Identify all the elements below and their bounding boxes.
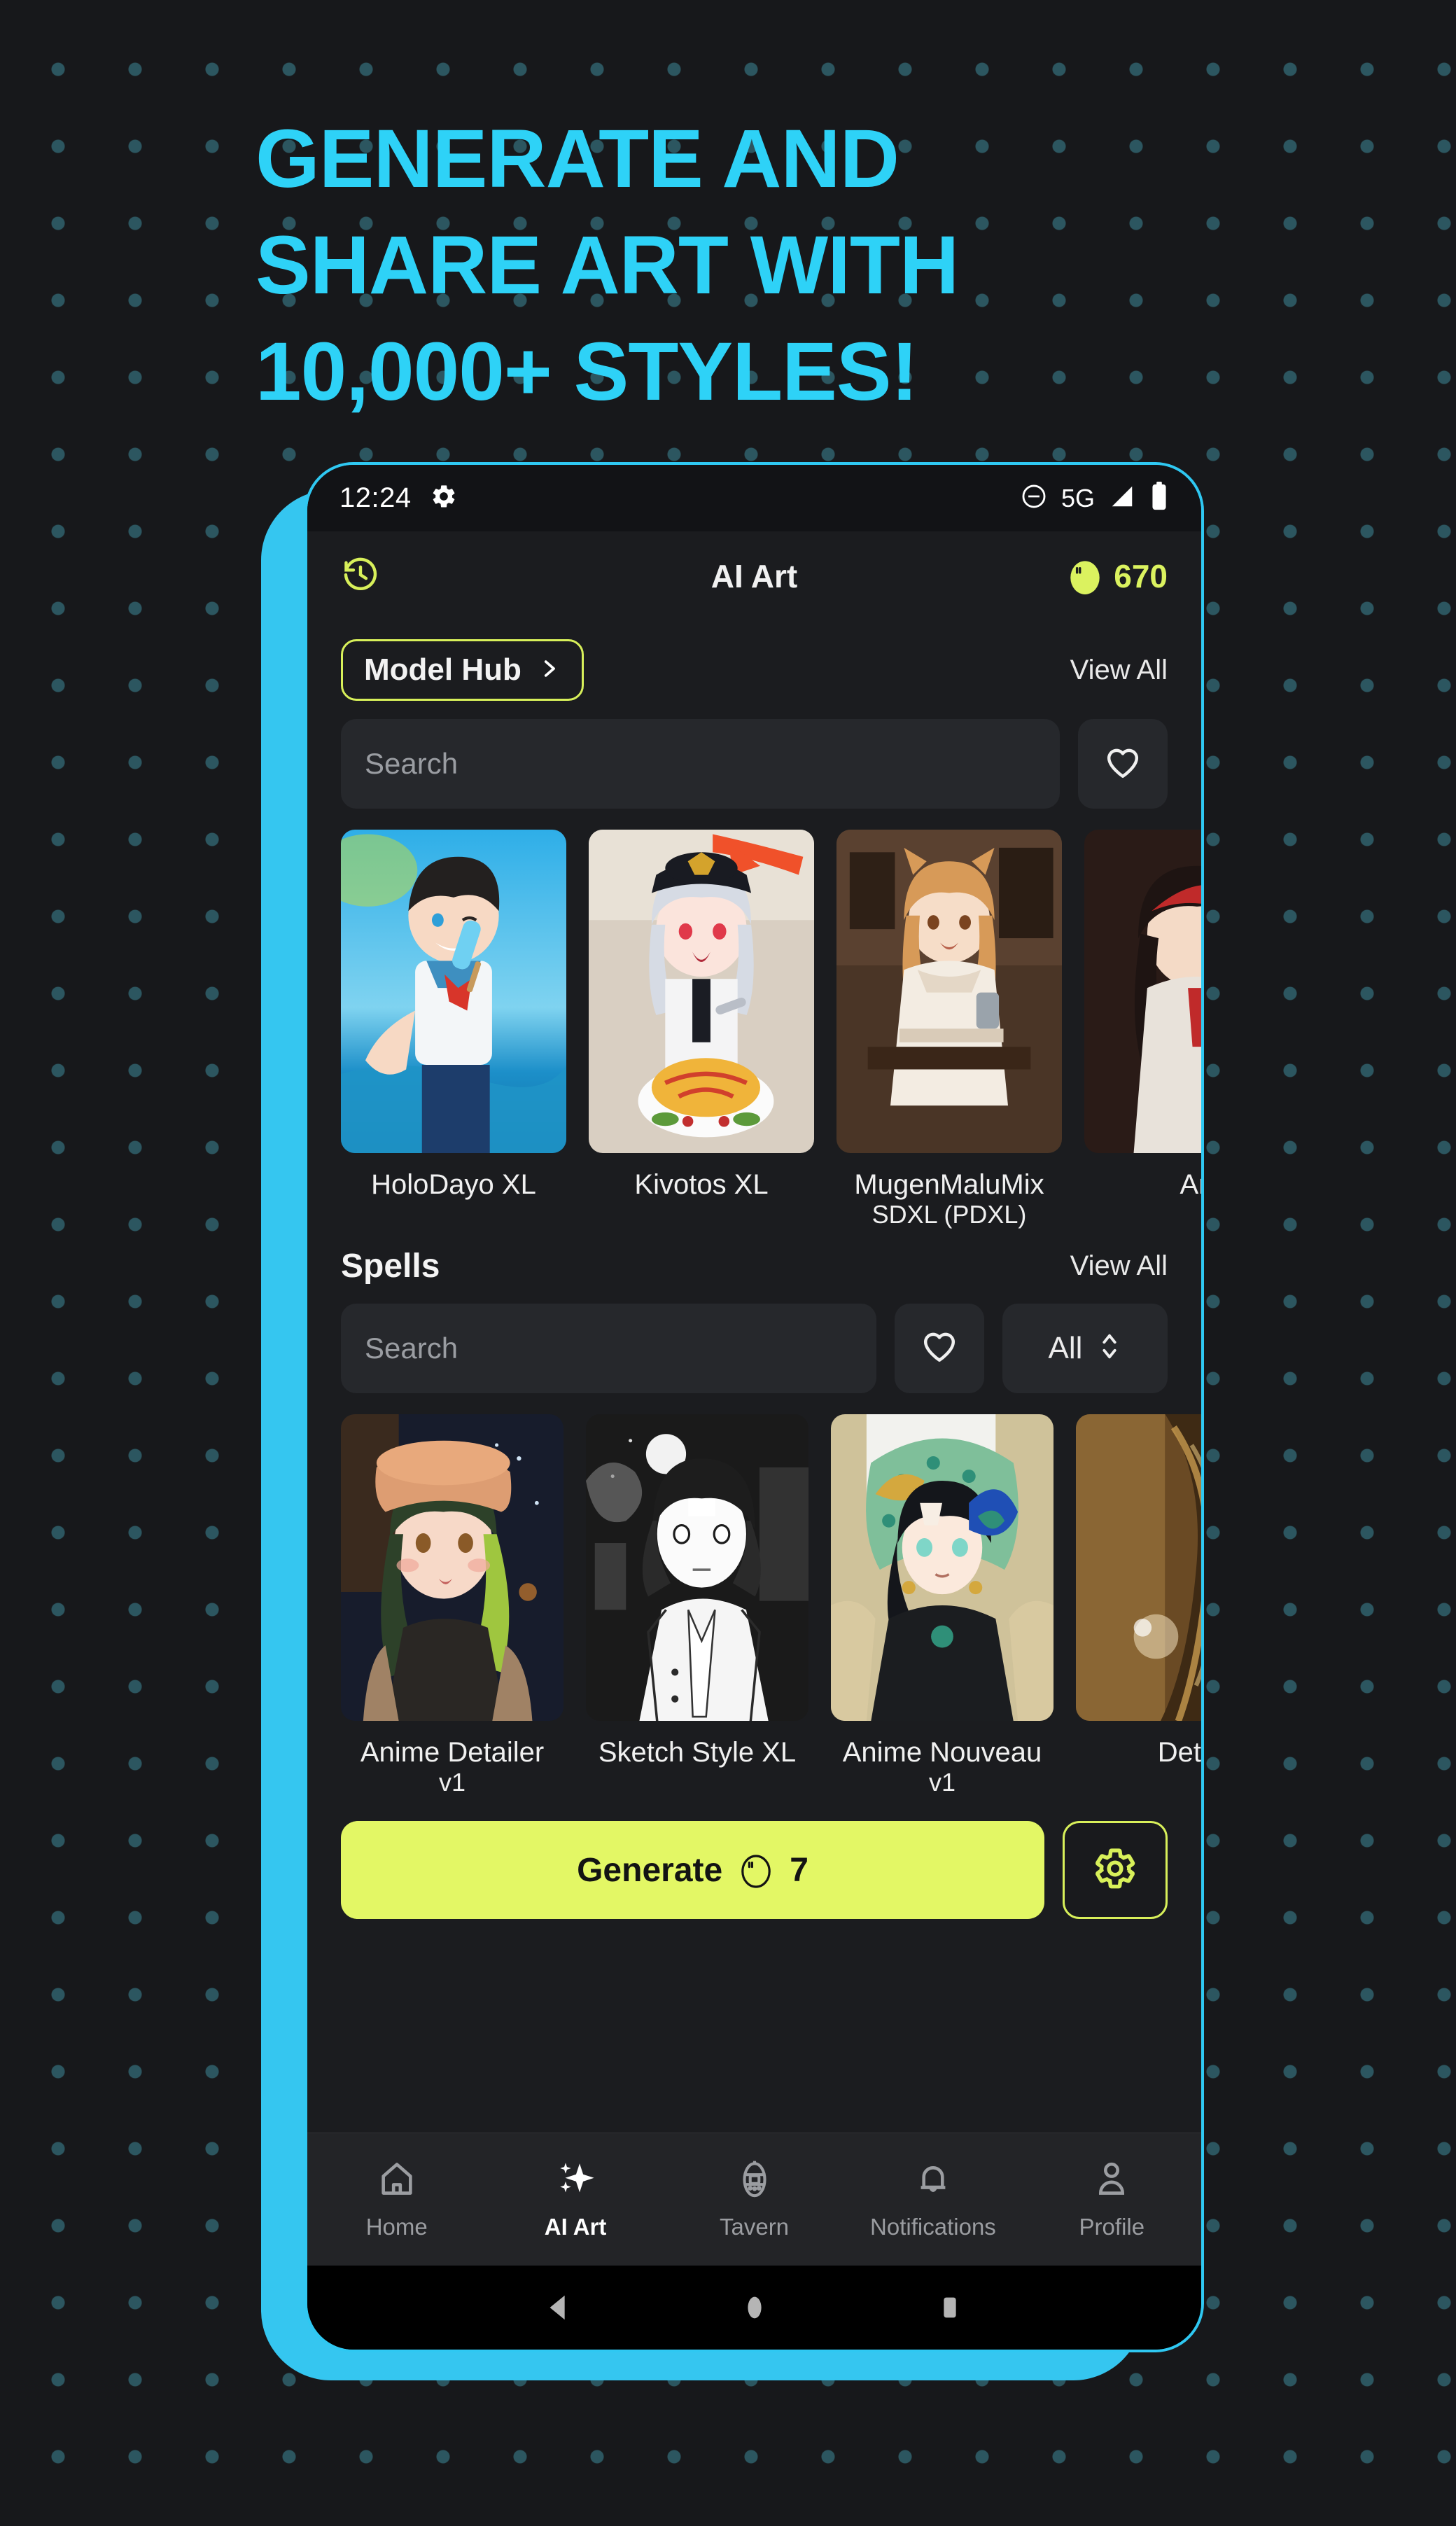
gear-icon xyxy=(430,482,458,514)
model-hub-button[interactable]: Model Hub xyxy=(341,639,584,701)
headline-line-3: 10,000+ STYLES! xyxy=(255,326,918,418)
settings-button[interactable] xyxy=(1063,1821,1168,1920)
generate-button[interactable]: Generate 7 xyxy=(341,1821,1044,1920)
tavern-icon xyxy=(734,2158,775,2203)
spell-card-label: Anime Nouveau xyxy=(842,1736,1042,1768)
heart-icon xyxy=(1103,743,1142,786)
model-carousel[interactable]: HoloDayo XL Kivotos XL MugenMaluMix SDXL… xyxy=(307,830,1201,1229)
spell-card-label: Anime Detailer xyxy=(360,1736,545,1768)
spell-thumbnail xyxy=(1076,1414,1201,1721)
nav-item-tavern[interactable]: Tavern xyxy=(665,2158,844,2240)
bottom-navigation: Home AI Art Tavern Notifications Profile xyxy=(307,2133,1201,2266)
headline-line-1: GENERATE AND xyxy=(255,113,899,205)
recents-square-icon[interactable] xyxy=(934,2291,966,2324)
phone-mockup: 12:24 5G AI Art 670 Model Hub View All S… xyxy=(304,462,1204,2352)
signal-icon xyxy=(1109,483,1135,513)
spells-filter-value: All xyxy=(1048,1330,1083,1365)
nav-item-profile[interactable]: Profile xyxy=(1023,2158,1201,2240)
spells-filter-select[interactable]: All xyxy=(1002,1303,1168,1393)
chevron-right-icon xyxy=(537,657,561,684)
generate-row: Generate 7 xyxy=(307,1821,1201,1920)
model-card-label: MugenMaluMix xyxy=(854,1169,1044,1200)
model-thumbnail xyxy=(1084,830,1201,1153)
model-card-label: An xyxy=(1180,1169,1201,1200)
spell-card[interactable]: Anime Nouveau v1 xyxy=(831,1414,1054,1796)
spell-card[interactable]: Anime Detailer v1 xyxy=(341,1414,564,1796)
nav-item-home[interactable]: Home xyxy=(307,2158,486,2240)
history-icon[interactable] xyxy=(341,555,380,598)
do-not-disturb-icon xyxy=(1021,483,1047,513)
coin-count: 670 xyxy=(1114,558,1168,594)
spell-thumbnail xyxy=(586,1414,808,1721)
spells-row: Spells View All xyxy=(307,1247,1201,1285)
model-view-all-link[interactable]: View All xyxy=(1070,655,1168,686)
nav-label: AI Art xyxy=(544,2214,607,2240)
model-thumbnail xyxy=(836,830,1062,1153)
model-search-placeholder: Search xyxy=(365,747,458,780)
spell-card-label: Deta xyxy=(1157,1736,1201,1768)
generate-label: Generate xyxy=(577,1851,723,1889)
egg-coin-icon xyxy=(739,1849,773,1892)
spell-thumbnail xyxy=(341,1414,564,1721)
status-bar-left: 12:24 xyxy=(340,482,458,514)
model-card-label: HoloDayo XL xyxy=(371,1169,536,1200)
egg-coin-icon xyxy=(1068,554,1102,599)
status-clock: 12:24 xyxy=(340,482,412,513)
gear-icon xyxy=(1092,1845,1138,1895)
back-triangle-icon[interactable] xyxy=(543,2291,575,2324)
nav-label: Tavern xyxy=(719,2214,790,2240)
spells-view-all-link[interactable]: View All xyxy=(1070,1250,1168,1282)
model-thumbnail xyxy=(589,830,814,1153)
generate-cost: 7 xyxy=(790,1851,808,1889)
spell-card-sublabel: v1 xyxy=(438,1767,466,1796)
model-card[interactable]: HoloDayo XL xyxy=(341,830,566,1229)
coin-balance[interactable]: 670 xyxy=(1068,554,1168,599)
app-header: AI Art 670 xyxy=(307,531,1201,621)
spell-card[interactable]: Deta xyxy=(1076,1414,1201,1796)
model-search-row: Search xyxy=(307,719,1201,809)
model-thumbnail xyxy=(341,830,566,1153)
person-icon xyxy=(1091,2158,1132,2203)
spells-title: Spells xyxy=(341,1247,440,1285)
model-card[interactable]: Kivotos XL xyxy=(589,830,814,1229)
nav-label: Home xyxy=(365,2214,428,2240)
nav-label: Notifications xyxy=(870,2214,996,2240)
model-card-label: Kivotos XL xyxy=(634,1169,769,1200)
nav-item-notifications[interactable]: Notifications xyxy=(844,2158,1022,2240)
status-bar: 12:24 5G xyxy=(307,465,1201,531)
battery-icon xyxy=(1149,482,1169,515)
bell-icon xyxy=(913,2158,953,2203)
spells-search-input[interactable]: Search xyxy=(341,1303,876,1393)
spell-card-sublabel: v1 xyxy=(928,1767,956,1796)
page-title: GENERATE AND SHARE ART WITH 10,000+ STYL… xyxy=(255,118,1130,437)
system-navigation-bar xyxy=(307,2266,1201,2350)
model-search-input[interactable]: Search xyxy=(341,719,1060,809)
heart-icon xyxy=(920,1327,959,1369)
nav-item-ai-art[interactable]: AI Art xyxy=(486,2158,664,2240)
spells-favorites-button[interactable] xyxy=(895,1303,984,1393)
spell-thumbnail xyxy=(831,1414,1054,1721)
network-type-label: 5G xyxy=(1060,483,1095,512)
spell-card-label: Sketch Style XL xyxy=(598,1736,797,1768)
spell-card[interactable]: Sketch Style XL xyxy=(586,1414,808,1796)
model-hub-row: Model Hub View All xyxy=(307,639,1201,701)
headline-line-2: SHARE ART WITH xyxy=(255,219,959,312)
nav-label: Profile xyxy=(1079,2214,1145,2240)
model-card-sublabel: SDXL (PDXL) xyxy=(872,1200,1027,1229)
app-content: Model Hub View All Search HoloDayo XL Ki… xyxy=(307,621,1201,2133)
home-icon xyxy=(377,2158,417,2203)
promo-page: GENERATE AND SHARE ART WITH 10,000+ STYL… xyxy=(0,0,1456,2526)
home-circle-icon[interactable] xyxy=(738,2291,771,2324)
model-card[interactable]: An xyxy=(1084,830,1201,1229)
model-favorites-button[interactable] xyxy=(1078,719,1168,809)
chevron-updown-icon xyxy=(1098,1330,1121,1366)
spells-carousel[interactable]: Anime Detailer v1 Sketch Style XL Anime … xyxy=(307,1414,1201,1796)
sparkles-icon xyxy=(555,2158,596,2203)
model-hub-label: Model Hub xyxy=(364,653,522,687)
status-bar-right: 5G xyxy=(1021,482,1169,515)
spells-search-row: Search All xyxy=(307,1303,1201,1393)
spells-search-placeholder: Search xyxy=(365,1331,458,1365)
model-card[interactable]: MugenMaluMix SDXL (PDXL) xyxy=(836,830,1062,1229)
